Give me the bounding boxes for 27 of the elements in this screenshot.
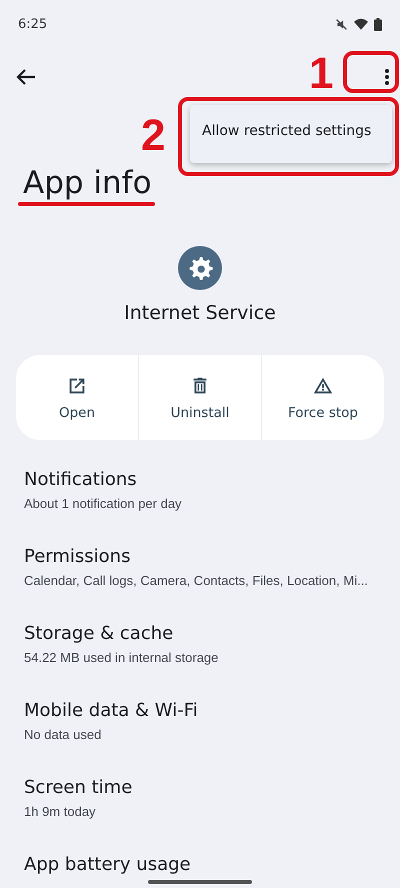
setting-title[interactable]: App battery usage xyxy=(24,853,191,877)
annotation-number: 2 xyxy=(141,114,166,158)
app-name: Internet Service xyxy=(124,301,276,326)
more-options-icon[interactable] xyxy=(384,68,390,86)
action-button[interactable]: Open xyxy=(16,355,138,440)
action-button[interactable]: Force stop xyxy=(262,355,384,440)
status-time: 6:25 xyxy=(18,16,48,32)
setting-title[interactable]: Notifications xyxy=(24,468,137,492)
setting-title[interactable]: Mobile data & Wi-Fi xyxy=(24,699,198,723)
gear-icon xyxy=(178,246,222,290)
menu-item[interactable]: Allow restricted settings xyxy=(190,105,372,139)
setting-title[interactable]: Storage & cache xyxy=(24,622,174,646)
setting-summary: 1h 9m today xyxy=(24,803,96,821)
setting-title[interactable]: Permissions xyxy=(24,545,130,569)
annotation-number: 1 xyxy=(309,52,334,96)
mute-icon xyxy=(335,18,348,30)
page-title: App info xyxy=(23,166,152,200)
back-arrow-icon[interactable] xyxy=(16,68,36,86)
setting-summary: 54.22 MB used in internal storage xyxy=(24,649,218,667)
setting-title[interactable]: Screen time xyxy=(24,776,132,800)
annotation-ring xyxy=(343,51,399,93)
setting-summary: About 1 notification per day xyxy=(24,495,182,513)
battery-icon xyxy=(374,18,382,30)
setting-summary: No data used xyxy=(24,726,102,744)
action-button[interactable]: Uninstall xyxy=(139,355,261,440)
wifi-icon xyxy=(354,18,368,30)
setting-summary: Calendar, Call logs, Camera, Contacts, Files, Location, Mi... xyxy=(24,572,368,590)
